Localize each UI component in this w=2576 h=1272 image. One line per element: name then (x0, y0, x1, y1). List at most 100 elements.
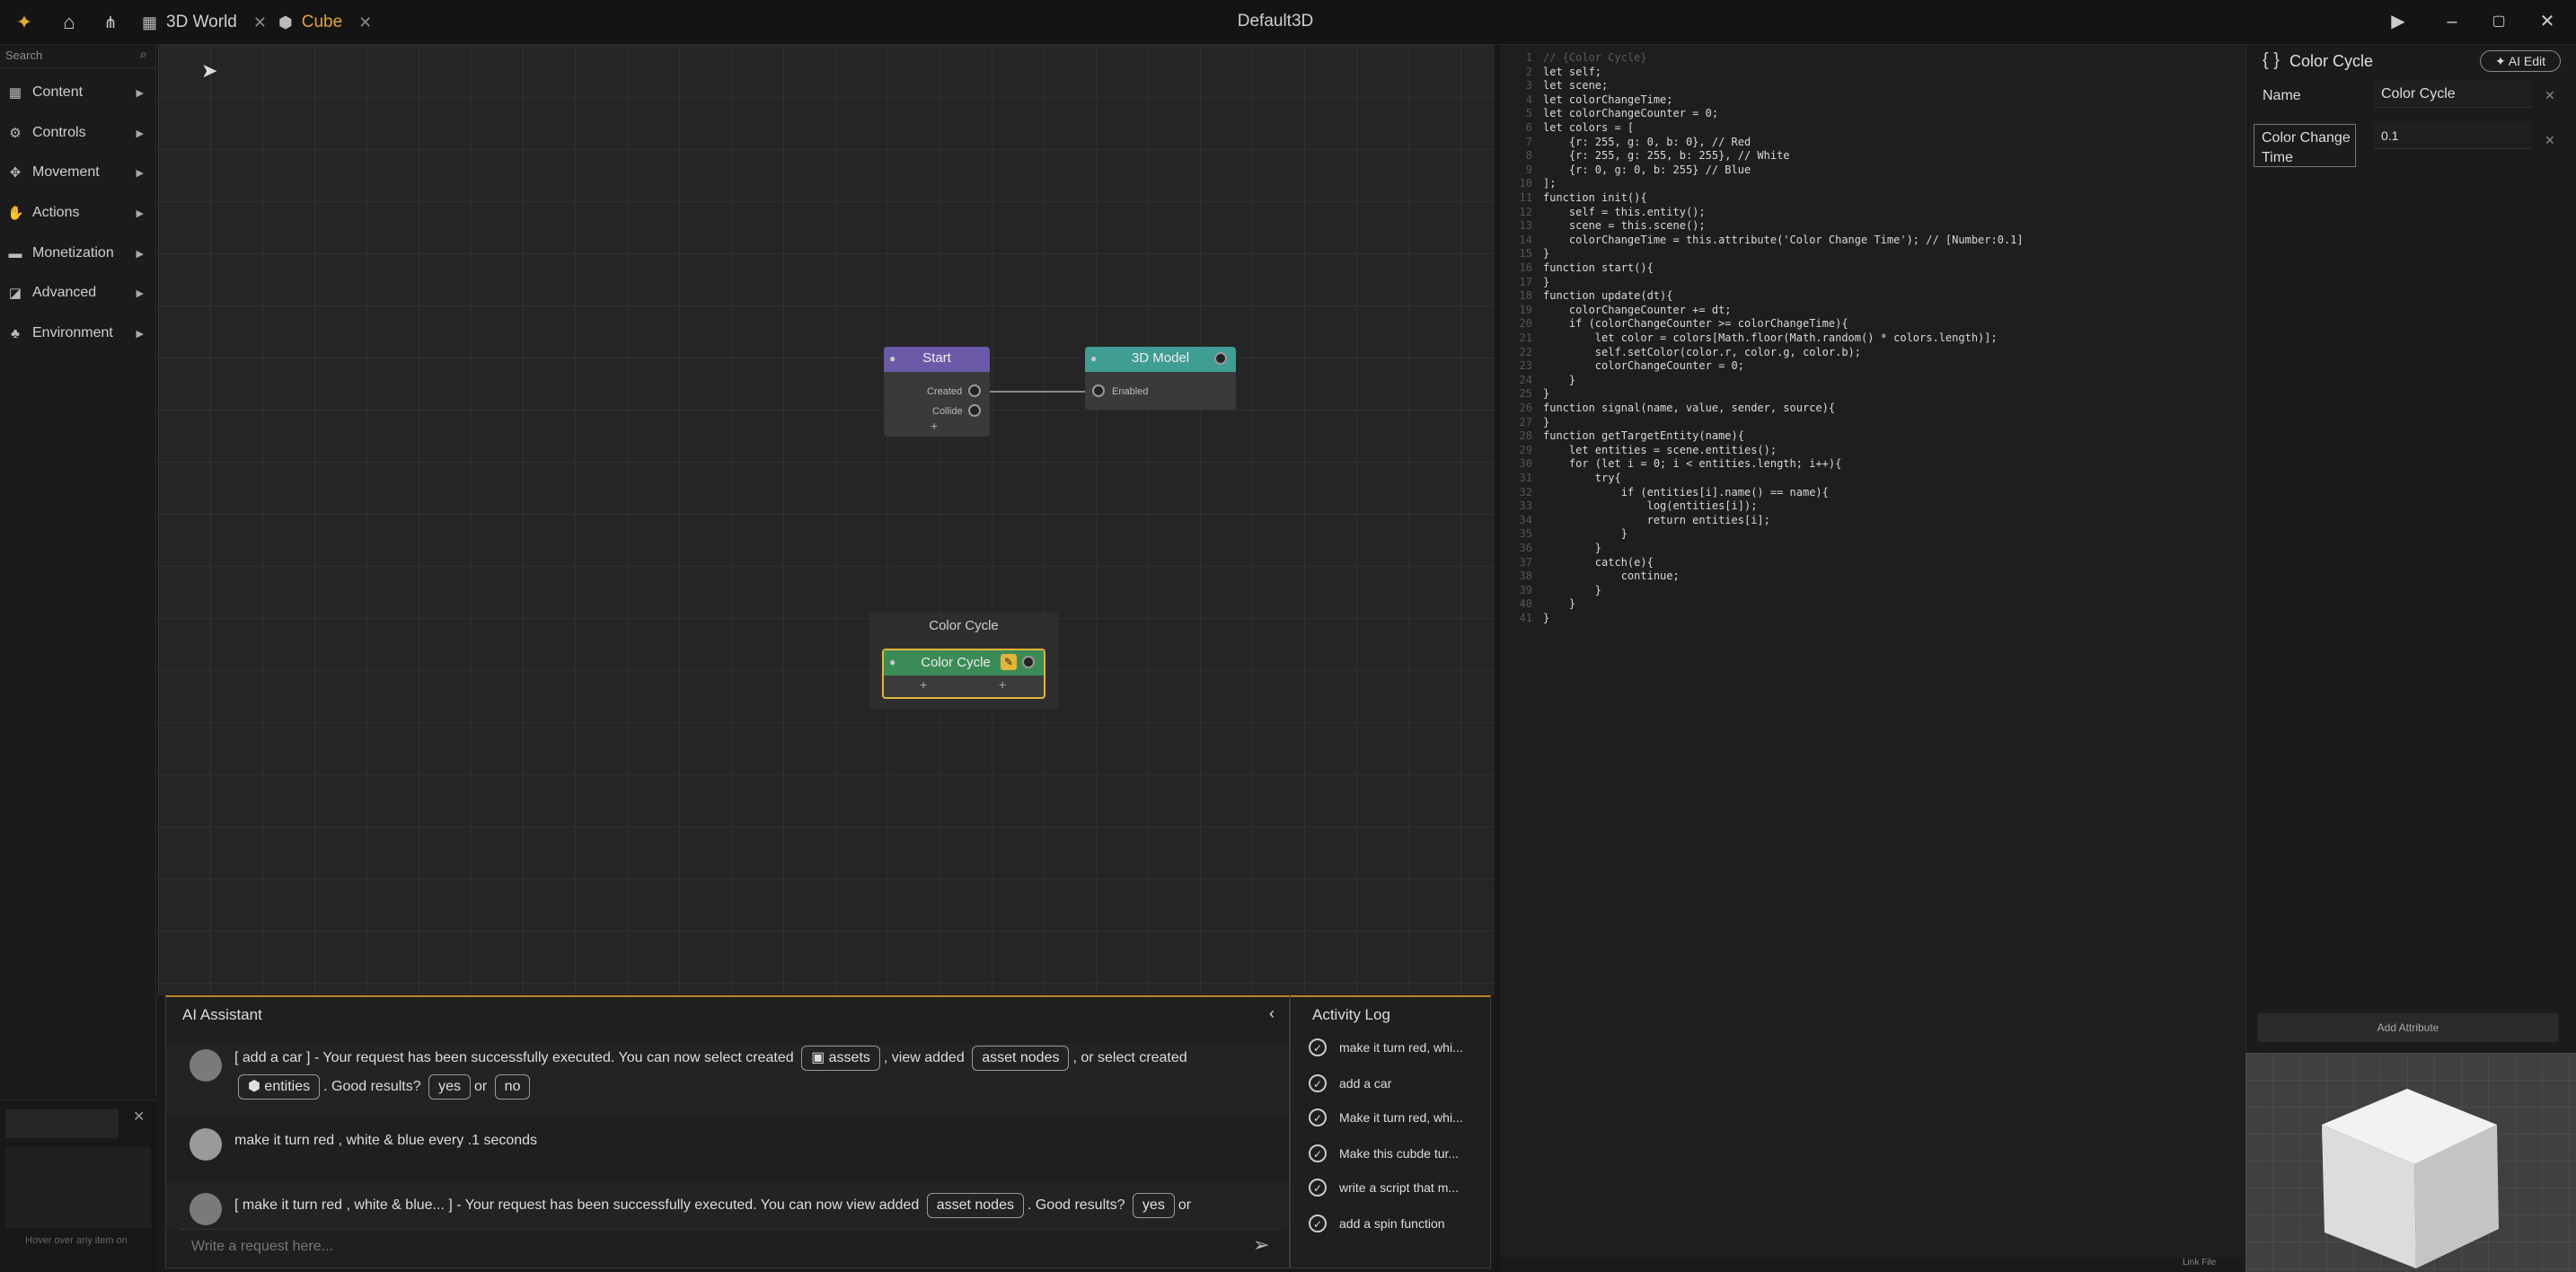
code-text: let colorChangeCounter = 0; (1543, 107, 1719, 120)
code-line: 11 function init(){ (1500, 190, 1647, 205)
asset-nodes-chip[interactable]: asset nodes (926, 1193, 1024, 1218)
start-node[interactable]: ● Start Created Collide + (884, 347, 990, 437)
code-text: let self; (1543, 65, 1602, 78)
line-number: 3 (1525, 79, 1532, 93)
add-port-icon[interactable]: + (999, 677, 1006, 692)
activity-item[interactable]: ✓ make it turn red, whi... (1309, 1035, 1463, 1060)
sidebar-item-environment[interactable]: ♣ Environment ▶ (0, 314, 156, 353)
port-out[interactable] (1022, 656, 1035, 668)
port-created[interactable] (968, 384, 981, 397)
add-port-icon[interactable]: + (931, 419, 938, 433)
activity-item[interactable]: ✓ Make this cubde tur... (1309, 1141, 1459, 1166)
cursor-icon: ➤ (201, 59, 218, 82)
entity-icon: ⬢ (248, 1079, 265, 1094)
sidebar-item-monetization[interactable]: ▬ Monetization ▶ (0, 234, 156, 273)
search-input[interactable]: Search ⌕ (0, 45, 156, 68)
add-attribute-button[interactable]: Add Attribute (2257, 1013, 2559, 1042)
code-text: catch(e){ (1543, 555, 1654, 569)
code-text: } (1543, 275, 1550, 288)
line-number: 33 (1519, 499, 1532, 513)
port-enabled[interactable] (1092, 384, 1105, 397)
activity-log-title: Activity Log (1312, 1006, 1390, 1023)
line-number: 6 (1525, 121, 1532, 134)
code-editor[interactable]: 1// {Color Cycle} 2 let self; 3 let scene; 4 l… (1500, 45, 2245, 1258)
asset-nodes-chip[interactable]: asset nodes (972, 1046, 1070, 1071)
activity-item[interactable]: ✓ write a script that m... (1309, 1175, 1459, 1200)
node-graph-canvas[interactable]: ➤ ● Start Created Collide + ● 3D Model E… (158, 45, 1495, 995)
3d-preview-viewport[interactable] (2245, 1053, 2576, 1272)
node-title: 3D Model (1131, 350, 1190, 366)
line-number: 22 (1519, 345, 1532, 358)
port-out[interactable] (1214, 352, 1227, 365)
add-port-icon[interactable]: + (920, 677, 927, 692)
activity-item[interactable]: ✓ Make it turn red, whi... (1309, 1105, 1463, 1130)
yes-chip[interactable]: yes (428, 1074, 471, 1100)
robot-avatar-icon (190, 1193, 222, 1225)
move-icon: ✥ (9, 165, 22, 181)
close-window-icon[interactable]: ✕ (2529, 5, 2565, 40)
collapse-icon[interactable]: ‹ (1269, 1004, 1275, 1023)
code-line: 16 function start(){ (1500, 261, 1654, 275)
activity-item[interactable]: ✓ add a spin function (1309, 1211, 1445, 1236)
yes-chip[interactable]: yes (1132, 1193, 1175, 1218)
attribute-label-box[interactable]: Color Change Time (2254, 124, 2356, 167)
tab-cube[interactable]: ⬢ Cube ✕ (278, 5, 372, 40)
assets-chip[interactable]: ▣ assets (801, 1046, 880, 1071)
code-line: 33 log(entities[i]); (1500, 499, 1758, 513)
code-text: } (1543, 527, 1628, 541)
code-text: function start(){ (1543, 261, 1654, 274)
close-icon[interactable]: ✕ (133, 1108, 145, 1126)
activity-label: add a car (1339, 1076, 1392, 1091)
hierarchy-icon[interactable]: ⋔ (99, 11, 122, 34)
environment-icon: ♣ (11, 325, 20, 341)
color-cycle-node[interactable]: ● Color Cycle ✎ + + (882, 649, 1045, 699)
maximize-icon[interactable]: ▢ (2481, 5, 2517, 40)
activity-item[interactable]: ✓ add a car (1309, 1071, 1391, 1096)
line-number: 7 (1525, 135, 1532, 148)
edit-script-icon[interactable]: ✎ (1001, 654, 1017, 670)
code-line: 39 } (1500, 583, 1601, 597)
clear-icon[interactable]: ✕ (2545, 133, 2555, 148)
model-node[interactable]: ● 3D Model Enabled (1085, 347, 1236, 410)
properties-panel: { } Color Cycle ✦ AI Edit Name Color Cyc… (2245, 45, 2576, 1053)
sidebar-item-controls[interactable]: ⚙ Controls ▶ (0, 113, 156, 153)
close-icon[interactable]: ✕ (253, 13, 267, 32)
attribute-value-field[interactable]: 0.1 (2374, 122, 2532, 149)
code-line: 13 scene = this.scene(); (1500, 218, 1706, 233)
sidebar-item-advanced[interactable]: ◪ Advanced ▶ (0, 273, 156, 313)
cube-render (2322, 1089, 2499, 1268)
home-icon[interactable]: ⌂ (57, 11, 81, 34)
sidebar-item-actions[interactable]: ✋ Actions ▶ (0, 193, 156, 233)
play-icon[interactable]: ▶ (2380, 5, 2416, 40)
sidebar-item-content[interactable]: ▦ Content ▶ (0, 73, 156, 112)
line-number: 11 (1519, 191, 1532, 204)
activity-label: add a spin function (1339, 1216, 1445, 1231)
minimize-icon[interactable]: – (2434, 5, 2470, 40)
logo-icon[interactable]: ✦ (13, 11, 36, 34)
code-line: 17} (1500, 275, 1550, 289)
clear-icon[interactable]: ✕ (2545, 88, 2555, 103)
no-chip[interactable]: no (494, 1074, 531, 1100)
close-icon[interactable]: ✕ (358, 13, 372, 32)
chevron-right-icon: ▶ (136, 87, 144, 99)
check-icon: ✓ (1309, 1074, 1327, 1092)
entities-chip[interactable]: ⬢ entities (238, 1074, 321, 1100)
assistant-message: [ add a car ] - Your request has been su… (166, 1044, 1289, 1116)
code-line: 18 function update(dt){ (1500, 288, 1673, 303)
code-text: } (1543, 583, 1602, 596)
send-icon[interactable]: ➢ (1253, 1233, 1269, 1257)
code-text: {r: 255, g: 0, b: 0}, // Red (1543, 135, 1751, 148)
sidebar-item-movement[interactable]: ✥ Movement ▶ (0, 153, 156, 192)
line-number: 25 (1519, 387, 1532, 401)
robot-avatar-icon (190, 1049, 222, 1082)
port-label: Created (927, 386, 963, 397)
check-icon: ✓ (1309, 1215, 1327, 1232)
port-collide[interactable] (968, 404, 981, 417)
request-input[interactable]: Write a request here... ➢ (179, 1229, 1278, 1261)
name-field[interactable]: Color Cycle (2374, 81, 2532, 108)
line-number: 15 (1519, 247, 1532, 261)
tab-3d-world[interactable]: ▦ 3D World ✕ (142, 5, 267, 40)
status-link-file[interactable]: Link File (2183, 1258, 2216, 1268)
ai-edit-button[interactable]: ✦ AI Edit (2480, 50, 2561, 72)
line-number: 16 (1519, 261, 1532, 274)
